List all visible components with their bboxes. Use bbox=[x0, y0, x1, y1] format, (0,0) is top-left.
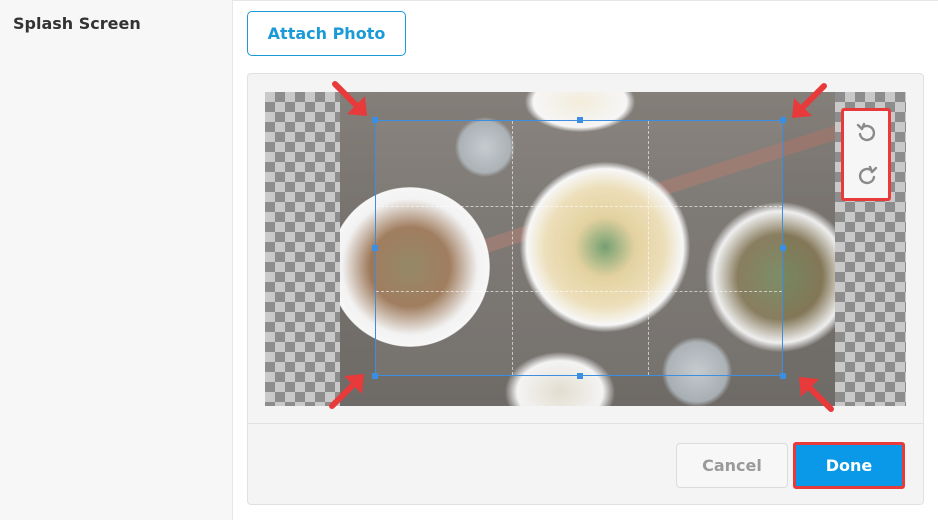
section-label: Splash Screen bbox=[13, 14, 141, 33]
cancel-button[interactable]: Cancel bbox=[676, 443, 788, 488]
done-button[interactable]: Done bbox=[793, 442, 905, 489]
panel-divider bbox=[248, 423, 923, 424]
crop-grid-line bbox=[512, 121, 513, 375]
crop-grid-line bbox=[648, 121, 649, 375]
rotate-tools-group bbox=[841, 108, 891, 201]
crop-grid-line bbox=[376, 291, 782, 292]
rotate-left-icon[interactable] bbox=[855, 121, 879, 145]
crop-handle-bottom-right[interactable] bbox=[780, 373, 786, 379]
crop-selection-box[interactable] bbox=[372, 117, 786, 379]
settings-label-column: Splash Screen bbox=[0, 0, 233, 520]
crop-handle-bottom-left[interactable] bbox=[372, 373, 378, 379]
annotation-arrow-icon bbox=[799, 377, 834, 412]
attach-photo-button[interactable]: Attach Photo bbox=[247, 11, 406, 56]
crop-handle-left[interactable] bbox=[372, 245, 378, 251]
crop-grid-line bbox=[376, 206, 782, 207]
annotation-arrow-icon bbox=[332, 81, 367, 116]
crop-canvas[interactable] bbox=[265, 92, 906, 406]
image-cropper-panel bbox=[247, 73, 924, 505]
crop-handle-top[interactable] bbox=[577, 117, 583, 123]
crop-handle-right[interactable] bbox=[780, 245, 786, 251]
annotation-arrow-icon bbox=[329, 374, 364, 409]
crop-handle-bottom[interactable] bbox=[577, 373, 583, 379]
rotate-right-icon[interactable] bbox=[855, 164, 879, 188]
annotation-arrow-icon bbox=[792, 83, 827, 118]
